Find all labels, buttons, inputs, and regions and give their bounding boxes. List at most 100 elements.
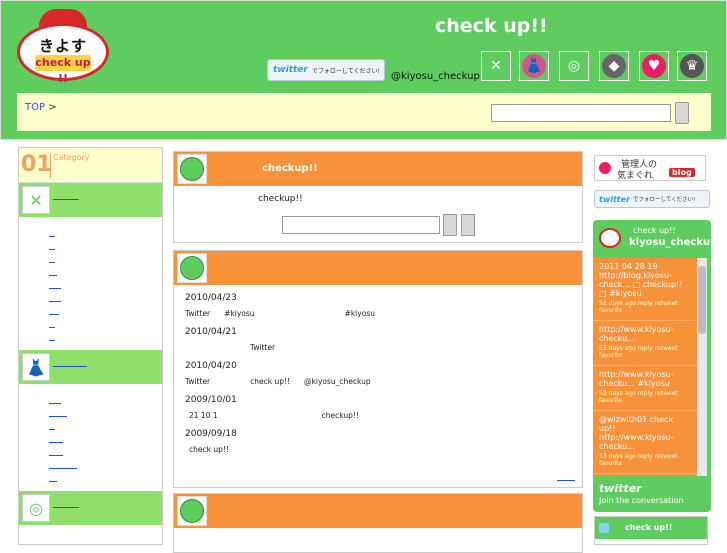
entry-text: #kiyosu (224, 309, 255, 318)
news-entry: 2009/10/01 21 10 1 checkup!! (185, 395, 359, 420)
category-ball[interactable]: ◎ (19, 491, 162, 525)
tweet-meta[interactable]: 53 days ago reply retweet favorite (599, 453, 691, 467)
diamond-icon[interactable]: ◆ (599, 51, 629, 81)
more-link[interactable] (557, 480, 575, 481)
join-conversation-link[interactable]: Join the conversation (599, 496, 683, 505)
scrollbar-thumb[interactable] (698, 266, 706, 334)
logo-name: きよす (38, 37, 87, 55)
list-item[interactable] (49, 305, 162, 318)
globe-icon (177, 154, 207, 184)
blog-banner[interactable]: 管理人の 気まぐれ blog (594, 155, 706, 181)
category-fashion[interactable]: 👗 (19, 350, 162, 384)
entry-text: 21 10 1 (189, 411, 218, 420)
category-label: Category (53, 153, 90, 162)
fashion-photo-icon[interactable]: 👗 (519, 51, 549, 81)
news-entry: 2010/04/20 Twitter check up!! @kiyosu_ch… (185, 361, 371, 386)
entry-text: check up!! (250, 377, 291, 386)
news-entry: 2009/09/18 check up!! (185, 429, 237, 454)
tweet-text[interactable]: http://www.kiyosu-checku... #kiyosu (599, 370, 691, 388)
panel-search-button-2[interactable] (461, 214, 475, 236)
breadcrumb: TOP > (25, 102, 57, 113)
category-fashion-link[interactable] (53, 366, 87, 367)
list-item[interactable] (49, 292, 162, 305)
entry-text: Twitter (250, 343, 276, 352)
tweet-meta[interactable]: 53 days ago reply retweet favorite (599, 390, 691, 404)
search-button[interactable] (675, 102, 689, 124)
list-item[interactable] (49, 279, 162, 292)
tweet-meta[interactable]: 53 days ago reply retweet favorite (599, 345, 691, 359)
panel-search-button[interactable] (443, 214, 457, 236)
category-food-link[interactable] (53, 199, 79, 200)
category-divider (50, 154, 51, 178)
twitter-handle[interactable]: @kiyosu_checkup (391, 71, 480, 82)
fashion-subcategory-list (19, 384, 162, 491)
category-number: 01 (21, 152, 52, 177)
news-entry: 2010/04/21 Twitter (185, 327, 275, 352)
shirt-icon[interactable]: ♛ (677, 51, 707, 81)
fork-knife-icon[interactable]: ✕ (481, 51, 511, 81)
ball-icon: ◎ (22, 494, 50, 522)
panel-header (174, 251, 582, 285)
list-item[interactable] (49, 459, 162, 472)
list-item[interactable] (49, 472, 162, 485)
entry-text: checkup!! (321, 411, 359, 420)
breadcrumb-bar: TOP > (17, 93, 711, 131)
tweet-scrollbar[interactable] (697, 258, 707, 476)
widget-display-name: check up!! (633, 226, 676, 235)
tweet-item: http://www.kiyosu-checku... 53 days ago … (593, 321, 697, 366)
ball-icon[interactable]: ◎ (559, 51, 589, 81)
entry-text: Twitter (185, 377, 211, 386)
site-title: check up!! (435, 15, 548, 37)
twitter-widget: check up!! kiyosu_checkup 2011 04 28 19 … (593, 220, 711, 512)
square-icon (599, 523, 609, 533)
twitter-follow-banner[interactable]: twitter でフォローしてください! (267, 59, 385, 81)
list-item[interactable] (49, 240, 162, 253)
widget-username[interactable]: kiyosu_checkup (629, 237, 711, 248)
tweet-text[interactable]: http://www.kiyosu-checku... (599, 325, 691, 343)
tweet-text[interactable]: 2011 04 28 19 http://blog.kiyosu-check..… (599, 262, 691, 298)
category-sidebar: 01 Category ✕ 👗 ◎ (18, 147, 163, 545)
list-item[interactable] (49, 420, 162, 433)
list-item[interactable] (49, 433, 162, 446)
avatar[interactable] (599, 228, 621, 248)
tweet-item: http://www.kiyosu-checku... #kiyosu 53 d… (593, 366, 697, 411)
heart-icon-glyph: ♥ (642, 54, 666, 78)
list-item[interactable] (49, 394, 162, 407)
fashion-photo-icon-glyph: 👗 (522, 54, 546, 78)
panel-title: checkup!! (262, 163, 318, 174)
search-input[interactable] (491, 104, 671, 122)
list-item[interactable] (49, 407, 162, 420)
category-ball-link[interactable] (53, 507, 79, 508)
globe-icon (177, 496, 207, 526)
follow-message: でフォローしてください! (311, 67, 380, 75)
site-logo[interactable]: きよす check up !! (17, 9, 109, 85)
entry-date: 2010/04/23 (185, 293, 237, 303)
tweet-text[interactable]: @wizwith01 check up!! http://www.kiyosu-… (599, 415, 691, 451)
panel-search-input[interactable] (282, 216, 440, 234)
twitter-logo-text: twitter (273, 65, 308, 75)
list-item[interactable] (49, 253, 162, 266)
panel-description: checkup!! (258, 194, 303, 204)
twitter-follow-banner-2[interactable]: twitter でフォローしてください! (594, 190, 710, 208)
list-item[interactable] (49, 318, 162, 331)
tweet-item: @wizwith01 check up!! http://www.kiyosu-… (593, 411, 697, 474)
twitter-brand[interactable]: twitter (599, 482, 642, 495)
category-food[interactable]: ✕ (19, 183, 162, 217)
entry-text: Twitter (185, 309, 211, 318)
globe-icon (177, 253, 207, 283)
breadcrumb-separator: > (48, 102, 57, 113)
checkup-panel: checkup!! checkup!! (173, 151, 583, 243)
list-item[interactable] (49, 446, 162, 459)
news-panel: 2010/04/23 Twitter #kiyosu #kiyosu 2010/… (173, 250, 583, 488)
news-entry: 2010/04/23 Twitter #kiyosu #kiyosu (185, 293, 375, 318)
entry-text: @kiyosu_checkup (304, 377, 371, 386)
list-item[interactable] (49, 331, 162, 344)
breadcrumb-top-link[interactable]: TOP (25, 102, 45, 113)
heart-icon[interactable]: ♥ (639, 51, 669, 81)
site-header: きよす check up !! check up!! twitter でフォロー… (0, 0, 727, 140)
list-item[interactable] (49, 266, 162, 279)
tweet-meta[interactable]: 51 days ago reply retweet favorite (599, 300, 691, 314)
list-item[interactable] (49, 227, 162, 240)
logo-sub: check up !! (35, 55, 91, 85)
blog-subtitle: 気まぐれ (617, 171, 654, 181)
